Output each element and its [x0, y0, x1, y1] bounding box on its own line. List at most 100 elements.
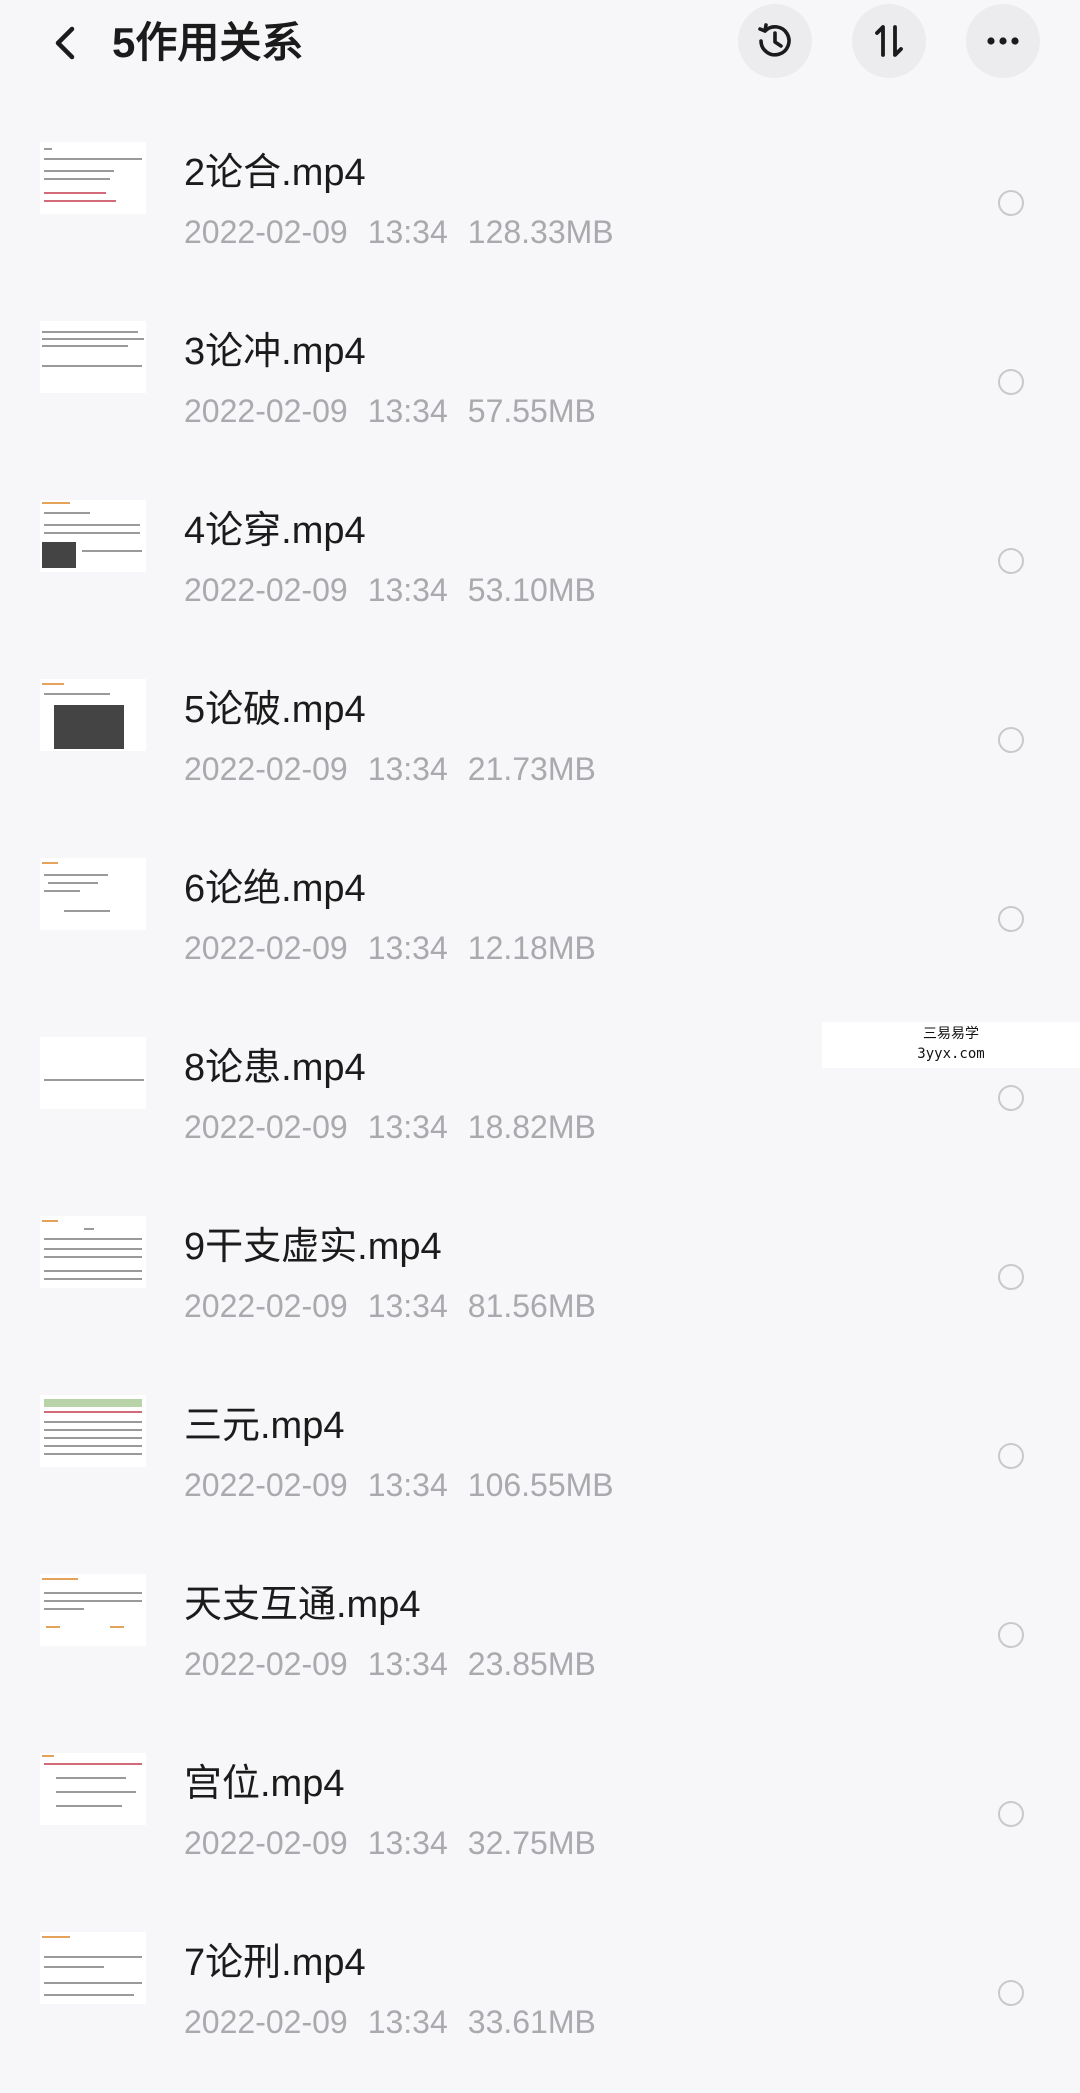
more-horizontal-icon: [987, 37, 1019, 45]
file-date: 2022-02-09: [184, 1467, 348, 1503]
file-meta: 2022-02-09 13:34 12.18MB: [184, 928, 616, 968]
file-name: 5论破.mp4: [184, 689, 366, 731]
file-name: 6论绝.mp4: [184, 868, 366, 910]
history-button[interactable]: [738, 4, 812, 78]
file-time: 13:34: [367, 572, 448, 608]
select-radio[interactable]: [998, 369, 1024, 395]
file-date: 2022-02-09: [184, 930, 348, 966]
video-thumbnail: [40, 1574, 146, 1646]
select-radio[interactable]: [998, 906, 1024, 932]
video-thumbnail: [40, 142, 146, 214]
watermark-line-2: 3yyx.com: [917, 1046, 985, 1062]
back-button[interactable]: [40, 18, 90, 68]
video-thumbnail: [40, 321, 146, 393]
file-date: 2022-02-09: [184, 1109, 348, 1145]
page-title: 5作用关系: [112, 19, 304, 66]
file-time: 13:34: [367, 2004, 448, 2040]
file-date: 2022-02-09: [184, 572, 348, 608]
file-name: 9干支虚实.mp4: [184, 1226, 442, 1268]
file-size: 53.10MB: [467, 572, 596, 608]
select-radio[interactable]: [998, 548, 1024, 574]
file-date: 2022-02-09: [184, 1646, 348, 1682]
list-item[interactable]: 2论合.mp4 2022-02-09 13:34 128.33MB: [0, 90, 1080, 269]
file-time: 13:34: [367, 214, 448, 250]
file-size: 81.56MB: [467, 1288, 596, 1324]
file-size: 33.61MB: [467, 2004, 596, 2040]
select-radio[interactable]: [998, 1801, 1024, 1827]
top-bar: 5作用关系: [0, 0, 1080, 90]
sort-button[interactable]: [852, 4, 926, 78]
list-item[interactable]: 3论冲.mp4 2022-02-09 13:34 57.55MB: [0, 269, 1080, 448]
file-size: 32.75MB: [467, 1825, 596, 1861]
file-name: 8论患.mp4: [184, 1047, 366, 1089]
video-thumbnail: [40, 1037, 146, 1109]
file-meta: 2022-02-09 13:34 23.85MB: [184, 1644, 616, 1684]
file-time: 13:34: [367, 1646, 448, 1682]
file-date: 2022-02-09: [184, 1288, 348, 1324]
file-meta: 2022-02-09 13:34 33.61MB: [184, 2002, 616, 2042]
list-item[interactable]: 宫位.mp4 2022-02-09 13:34 32.75MB: [0, 1701, 1080, 1880]
file-name: 2论合.mp4: [184, 152, 366, 194]
file-size: 57.55MB: [467, 393, 596, 429]
watermark-line-1: 三易易学: [923, 1026, 979, 1042]
video-thumbnail: [40, 679, 146, 751]
file-time: 13:34: [367, 930, 448, 966]
select-radio[interactable]: [998, 1443, 1024, 1469]
file-name: 4论穿.mp4: [184, 510, 366, 552]
file-date: 2022-02-09: [184, 393, 348, 429]
file-size: 18.82MB: [467, 1109, 596, 1145]
file-size: 128.33MB: [467, 214, 614, 250]
select-radio[interactable]: [998, 190, 1024, 216]
file-time: 13:34: [367, 1825, 448, 1861]
file-list: 2论合.mp4 2022-02-09 13:34 128.33MB 3论冲.mp4 …: [0, 90, 1080, 2059]
list-item[interactable]: 5论破.mp4 2022-02-09 13:34 21.73MB: [0, 627, 1080, 806]
video-thumbnail: [40, 1932, 146, 2004]
list-item[interactable]: 7论刑.mp4 2022-02-09 13:34 33.61MB: [0, 1880, 1080, 2059]
file-name: 宫位.mp4: [184, 1763, 345, 1805]
file-date: 2022-02-09: [184, 2004, 348, 2040]
watermark: 三易易学 3yyx.com: [822, 1022, 1080, 1068]
file-size: 12.18MB: [467, 930, 596, 966]
file-meta: 2022-02-09 13:34 18.82MB: [184, 1107, 616, 1147]
file-meta: 2022-02-09 13:34 32.75MB: [184, 1823, 616, 1863]
list-item[interactable]: 4论穿.mp4 2022-02-09 13:34 53.10MB: [0, 448, 1080, 627]
list-item[interactable]: 8论患.mp4 2022-02-09 13:34 18.82MB: [0, 985, 1080, 1164]
video-thumbnail: [40, 1753, 146, 1825]
select-radio[interactable]: [998, 1264, 1024, 1290]
file-time: 13:34: [367, 393, 448, 429]
file-meta: 2022-02-09 13:34 81.56MB: [184, 1286, 616, 1326]
file-meta: 2022-02-09 13:34 57.55MB: [184, 391, 616, 431]
file-time: 13:34: [367, 1109, 448, 1145]
file-name: 3论冲.mp4: [184, 331, 366, 373]
select-radio[interactable]: [998, 1622, 1024, 1648]
list-item[interactable]: 6论绝.mp4 2022-02-09 13:34 12.18MB: [0, 806, 1080, 985]
more-button[interactable]: [966, 4, 1040, 78]
file-time: 13:34: [367, 1288, 448, 1324]
select-radio[interactable]: [998, 727, 1024, 753]
file-meta: 2022-02-09 13:34 106.55MB: [184, 1465, 634, 1505]
video-thumbnail: [40, 858, 146, 930]
video-thumbnail: [40, 1395, 146, 1467]
file-date: 2022-02-09: [184, 214, 348, 250]
video-thumbnail: [40, 1216, 146, 1288]
video-thumbnail: [40, 500, 146, 572]
select-radio[interactable]: [998, 1085, 1024, 1111]
list-item[interactable]: 三元.mp4 2022-02-09 13:34 106.55MB: [0, 1343, 1080, 1522]
select-radio[interactable]: [998, 1980, 1024, 2006]
file-time: 13:34: [367, 1467, 448, 1503]
file-size: 21.73MB: [467, 751, 596, 787]
file-name: 7论刑.mp4: [184, 1942, 366, 1984]
file-name: 三元.mp4: [184, 1405, 345, 1447]
clock-history-icon: [758, 23, 791, 57]
file-name: 天支互通.mp4: [184, 1584, 421, 1626]
file-time: 13:34: [367, 751, 448, 787]
file-date: 2022-02-09: [184, 1825, 348, 1861]
file-size: 106.55MB: [467, 1467, 614, 1503]
list-item[interactable]: 天支互通.mp4 2022-02-09 13:34 23.85MB: [0, 1522, 1080, 1701]
file-meta: 2022-02-09 13:34 53.10MB: [184, 570, 616, 610]
file-size: 23.85MB: [467, 1646, 596, 1682]
file-meta: 2022-02-09 13:34 128.33MB: [184, 212, 634, 252]
file-meta: 2022-02-09 13:34 21.73MB: [184, 749, 616, 789]
list-item[interactable]: 9干支虚实.mp4 2022-02-09 13:34 81.56MB: [0, 1164, 1080, 1343]
sort-icon: [875, 25, 903, 57]
